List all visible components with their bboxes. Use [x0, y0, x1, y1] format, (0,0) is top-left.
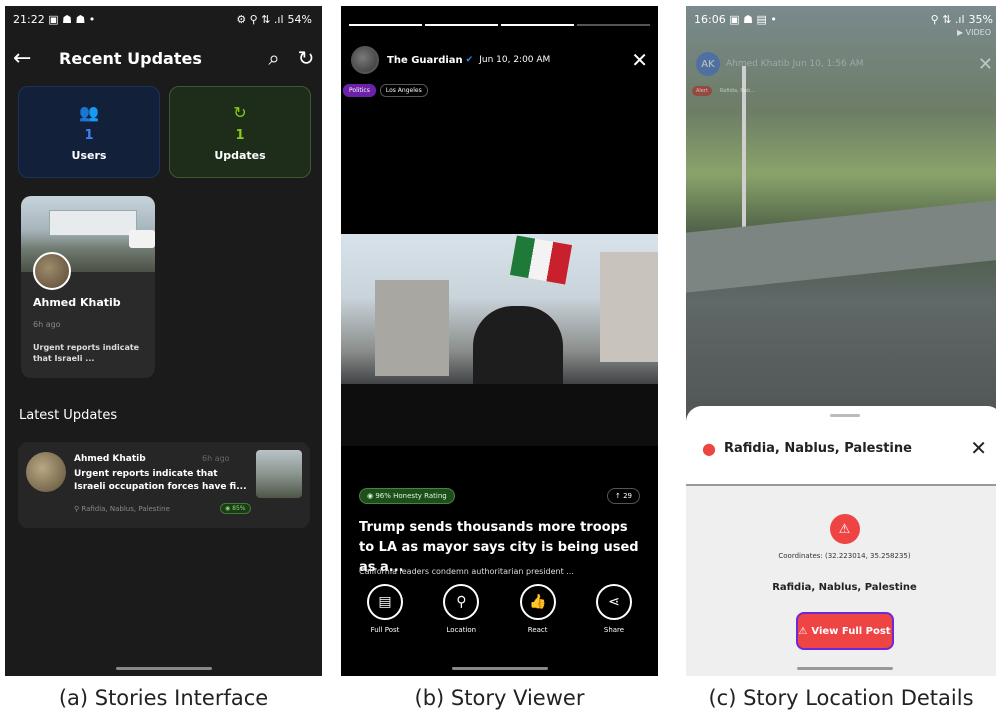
section-title: Latest Updates: [19, 408, 118, 423]
sheet-handle[interactable]: [829, 414, 860, 417]
story-header: The Guardian ✔ Jun 10, 2:00 AM ✕: [351, 46, 648, 74]
upvote-count: 29: [623, 492, 632, 500]
react-label: React: [527, 626, 548, 634]
location-button[interactable]: ⚲ Location: [431, 584, 491, 634]
update-text: Urgent reports indicate that Israeli occ…: [74, 469, 247, 492]
story-progress: [349, 24, 650, 26]
tag-politics[interactable]: Politics: [343, 84, 376, 97]
battery-level: 54%: [287, 12, 312, 26]
story-subtitle: California leaders condemn authoritarian…: [359, 567, 574, 576]
close-icon[interactable]: ✕: [970, 436, 987, 460]
avatar: [26, 452, 66, 492]
story-photo: [341, 234, 658, 446]
tag-location[interactable]: Los Angeles: [379, 84, 428, 97]
place-name: Rafidia, Nablus, Palestine: [723, 440, 912, 456]
arrow-up-icon: ↑: [614, 492, 624, 500]
refresh-icon[interactable]: ↻: [290, 46, 322, 70]
source-name: The Guardian: [387, 54, 463, 66]
updates-stat-card[interactable]: ↻ 1 Updates: [169, 86, 311, 178]
status-left-icons: ▣ ☗ ▤ •: [729, 12, 777, 26]
search-icon[interactable]: ⌕: [258, 46, 290, 70]
location-label: Location: [446, 626, 477, 634]
users-label: Users: [71, 148, 107, 162]
update-author: Ahmed Khatib: [74, 454, 146, 464]
avatar: [33, 252, 71, 290]
story-location-screen: ▶ VIDEO AK Ahmed Khatib Jun 10, 1:56 AM …: [686, 6, 996, 676]
tag-alert: Alert: [692, 86, 712, 96]
sheet-body: ⚠ Coordinates: (32.223014, 35.258235) Ra…: [686, 484, 996, 676]
location-text: Rafidia, Nablus, Palestine: [772, 582, 917, 593]
users-stat-card[interactable]: 👥 1 Users: [18, 86, 160, 178]
users-icon: 👥: [79, 102, 99, 122]
close-icon[interactable]: ✕: [631, 48, 648, 72]
status-time: 21:22: [13, 12, 45, 26]
story-snippet: Urgent reports indicate that Israeli ...: [33, 343, 140, 363]
status-bar: 16:06 ▣ ☗ ▤ • ⚲ ⇅ .ıl 35%: [686, 6, 996, 32]
story-header: AK Ahmed Khatib Jun 10, 1:56 AM ✕: [696, 52, 993, 76]
page-title: Recent Updates: [59, 48, 202, 68]
tag-location: Rafidia, Nab...: [719, 88, 756, 94]
status-bar: 21:22 ▣ ☗ ☗ • ⚙ ⚲ ⇅ .ıl 54%: [5, 6, 322, 32]
honesty-badge-value: 85%: [232, 505, 246, 512]
update-time: 6h ago: [202, 454, 230, 463]
story-tags: Alert Rafidia, Nab...: [692, 86, 759, 96]
update-location: ⚲ Rafidia, Nablus, Palestine: [74, 505, 170, 513]
view-full-post-label: View Full Post: [811, 625, 891, 637]
thumbs-up-icon: 👍: [519, 584, 556, 620]
close-icon[interactable]: ✕: [978, 54, 993, 75]
sheet-header: ● Rafidia, Nablus, Palestine ✕: [702, 436, 987, 460]
update-location-text: Rafidia, Nablus, Palestine: [81, 505, 170, 513]
location-pin-icon: ●: [702, 438, 716, 458]
story-tags: Politics Los Angeles: [343, 84, 428, 97]
full-post-label: Full Post: [370, 626, 400, 634]
story-time: 6h ago: [33, 320, 61, 329]
home-indicator: [115, 667, 212, 670]
react-button[interactable]: 👍 React: [508, 584, 568, 634]
home-indicator: [451, 667, 548, 670]
caption-b: (b) Story Viewer: [414, 686, 585, 710]
verified-icon: ✔: [465, 55, 474, 65]
share-icon: ⋖: [595, 584, 632, 620]
coordinates-text: Coordinates: (32.223014, 35.258235): [778, 552, 911, 560]
honesty-rating-text: 96% Honesty Rating: [375, 492, 447, 500]
top-bar: ← Recent Updates ⌕ ↻: [5, 38, 322, 78]
users-count: 1: [84, 127, 94, 143]
source-text: Ahmed Khatib Jun 10, 1:56 AM: [726, 59, 864, 69]
story-video: ▶ VIDEO AK Ahmed Khatib Jun 10, 1:56 AM …: [686, 6, 996, 426]
avatar: AK: [696, 52, 720, 76]
refresh-icon: ↻: [233, 102, 247, 122]
warning-icon: ⚠: [829, 514, 860, 544]
story-actions: ▤ Full Post ⚲ Location 👍 React ⋖ Share: [355, 584, 644, 634]
status-time: 16:06: [694, 12, 726, 26]
location-sheet: ● Rafidia, Nablus, Palestine ✕ ⚠ Coordin…: [686, 406, 996, 676]
update-thumbnail: [256, 450, 302, 498]
share-label: Share: [603, 626, 625, 634]
location-pin-icon: ⚲: [443, 584, 480, 620]
home-indicator: [796, 667, 893, 670]
battery-level: 35%: [968, 12, 993, 26]
share-button[interactable]: ⋖ Share: [584, 584, 644, 634]
status-right-icons: ⚲ ⇅ .ıl: [930, 12, 965, 26]
status-right-icons: ⚙ ⚲ ⇅ .ıl: [236, 12, 284, 26]
updates-label: Updates: [214, 148, 266, 162]
warning-icon: ⚠: [798, 625, 808, 637]
source-date: Jun 10, 2:00 AM: [479, 55, 551, 65]
view-full-post-button[interactable]: ⚠ View Full Post: [795, 612, 894, 650]
latest-update-item[interactable]: Ahmed Khatib 6h ago Urgent reports indic…: [18, 442, 310, 528]
story-author: Ahmed Khatib: [33, 296, 121, 309]
stories-interface-screen: 21:22 ▣ ☗ ☗ • ⚙ ⚲ ⇅ .ıl 54% ← Recent Upda…: [5, 6, 322, 676]
caption-a: (a) Stories Interface: [58, 686, 269, 710]
back-arrow-icon[interactable]: ←: [5, 46, 41, 71]
story-card[interactable]: Ahmed Khatib 6h ago Urgent reports indic…: [21, 196, 155, 378]
document-icon: ▤: [367, 584, 403, 620]
honesty-badge: ◉ 85%: [220, 503, 251, 514]
honesty-rating-badge: ◉ 96% Honesty Rating: [359, 488, 455, 504]
caption-c: (c) Story Location Details: [708, 686, 974, 710]
story-viewer-screen: The Guardian ✔ Jun 10, 2:00 AM ✕ Politic…: [341, 6, 658, 676]
source-avatar: [351, 46, 379, 74]
updates-count: 1: [235, 127, 245, 143]
full-post-button[interactable]: ▤ Full Post: [355, 584, 415, 634]
status-left-icons: ▣ ☗ ☗ •: [48, 12, 96, 26]
upvote-counter[interactable]: ↑ 29: [606, 488, 640, 504]
